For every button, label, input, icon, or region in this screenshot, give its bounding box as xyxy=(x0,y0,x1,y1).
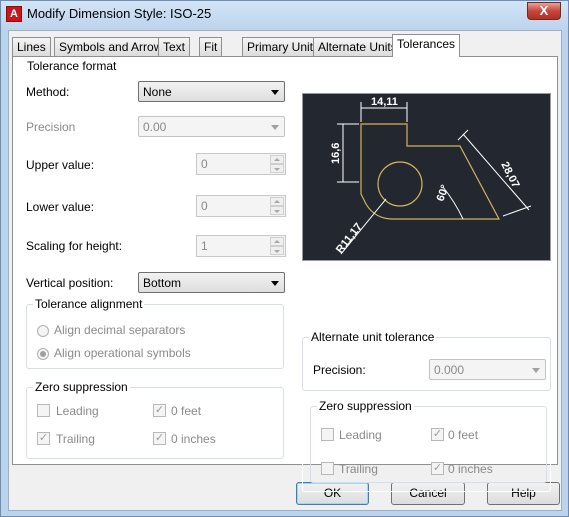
dim-left-label: 16,6 xyxy=(330,143,342,164)
chevron-down-icon xyxy=(532,368,540,373)
alt-zero-inches-label: 0 inches xyxy=(448,462,493,476)
tab-alternate-units[interactable]: Alternate Units xyxy=(313,37,402,56)
alt-zero-suppression-group: Zero suppression Leading Trailing ✓ 0 fe… xyxy=(310,399,547,483)
spin-down-icon[interactable] xyxy=(270,164,284,173)
upper-value-stepper[interactable]: 0 xyxy=(196,153,286,175)
tolerance-alignment-group: Tolerance alignment Align decimal separa… xyxy=(26,297,284,369)
zero-feet-label: 0 feet xyxy=(171,404,202,418)
precision-dropdown[interactable]: 0.00 xyxy=(138,116,285,137)
zero-inches-checkbox[interactable]: ✓ xyxy=(153,432,166,445)
alt-zero-suppression-title: Zero suppression xyxy=(317,399,414,413)
alt-precision-value: 0.000 xyxy=(434,363,465,377)
autocad-icon: A xyxy=(6,6,22,22)
lower-value-label: Lower value: xyxy=(26,200,95,214)
upper-value: 0 xyxy=(201,157,208,171)
dim-radius-label: R11,17 xyxy=(334,221,365,256)
lower-value: 0 xyxy=(201,199,208,213)
tab-fit[interactable]: Fit xyxy=(199,37,223,56)
method-label: Method: xyxy=(26,85,70,99)
zero-inches-label: 0 inches xyxy=(171,432,216,446)
precision-value: 0.00 xyxy=(143,120,167,134)
vertical-position-dropdown[interactable]: Bottom xyxy=(138,272,285,293)
part-hole xyxy=(377,161,423,207)
alternate-unit-tolerance-title: Alternate unit tolerance xyxy=(309,330,437,344)
align-operational-label: Align operational symbols xyxy=(54,346,191,360)
alt-leading-checkbox[interactable] xyxy=(321,428,334,441)
dialog-window: A Modify Dimension Style: ISO-25 X Lines… xyxy=(0,0,569,517)
alt-trailing-checkbox[interactable] xyxy=(321,462,334,475)
align-operational-radio[interactable] xyxy=(37,348,49,360)
alt-trailing-label: Trailing xyxy=(339,462,378,476)
align-decimal-radio[interactable] xyxy=(37,325,49,337)
method-dropdown[interactable]: None xyxy=(138,81,285,102)
zero-suppression-title: Zero suppression xyxy=(33,380,130,394)
window-title: Modify Dimension Style: ISO-25 xyxy=(27,6,212,21)
align-decimal-label: Align decimal separators xyxy=(54,323,186,337)
zero-suppression-group: Zero suppression Leading ✓ Trailing ✓ 0 … xyxy=(26,380,284,459)
dim-top-label: 14,11 xyxy=(371,96,398,108)
chevron-down-icon xyxy=(271,125,279,130)
upper-value-label: Upper value: xyxy=(26,158,95,172)
tab-primary-units[interactable]: Primary Units xyxy=(242,37,325,56)
close-button[interactable]: X xyxy=(527,2,561,20)
title-bar[interactable]: A Modify Dimension Style: ISO-25 X xyxy=(1,1,568,28)
spin-down-icon[interactable] xyxy=(270,206,284,215)
alt-leading-label: Leading xyxy=(339,428,382,442)
alt-zero-inches-checkbox[interactable]: ✓ xyxy=(431,462,444,475)
trailing-checkbox[interactable]: ✓ xyxy=(37,432,50,445)
scaling-value: 1 xyxy=(201,239,208,253)
spin-up-icon[interactable] xyxy=(270,197,284,206)
scaling-label: Scaling for height: xyxy=(26,239,123,253)
tolerance-format-title: Tolerance format xyxy=(25,59,119,73)
leading-label: Leading xyxy=(56,404,99,418)
tab-text[interactable]: Text xyxy=(158,37,191,56)
trailing-label: Trailing xyxy=(56,432,95,446)
tab-symbols-and-arrows[interactable]: Symbols and Arrows xyxy=(54,37,174,56)
dim-angle-label: 60° xyxy=(435,183,452,203)
alt-zero-feet-checkbox[interactable]: ✓ xyxy=(431,428,444,441)
tab-tolerances[interactable]: Tolerances xyxy=(392,34,461,57)
tolerance-alignment-title: Tolerance alignment xyxy=(33,297,145,311)
tolerances-panel: Tolerance format Method: None Precision … xyxy=(12,56,558,492)
vertical-position-label: Vertical position: xyxy=(26,276,114,290)
spin-down-icon[interactable] xyxy=(270,246,284,255)
dialog-body: Lines Symbols and Arrows Text Fit Primar… xyxy=(8,30,562,511)
preview-dimensions xyxy=(337,102,532,255)
precision-label: Precision xyxy=(26,120,76,134)
tab-lines[interactable]: Lines xyxy=(12,37,51,56)
alt-precision-label: Precision: xyxy=(313,363,366,377)
alternate-unit-tolerance-frame: Alternate unit tolerance Precision: 0.00… xyxy=(302,330,551,391)
zero-feet-checkbox[interactable]: ✓ xyxy=(153,404,166,417)
vertical-position-value: Bottom xyxy=(143,276,182,290)
dim-right-label: 28,07 xyxy=(498,160,521,190)
leading-checkbox[interactable] xyxy=(37,404,50,417)
dimension-preview: 14,11 16,6 28,07 60° R11,17 xyxy=(302,93,551,261)
spin-up-icon[interactable] xyxy=(270,237,284,246)
spin-up-icon[interactable] xyxy=(270,155,284,164)
scaling-stepper[interactable]: 1 xyxy=(196,235,286,257)
chevron-down-icon xyxy=(271,90,279,95)
chevron-down-icon xyxy=(271,281,279,286)
lower-value-stepper[interactable]: 0 xyxy=(196,195,286,217)
alt-precision-dropdown[interactable]: 0.000 xyxy=(429,359,546,380)
alt-zero-feet-label: 0 feet xyxy=(448,428,479,442)
method-value: None xyxy=(143,85,172,99)
preview-drawing: 14,11 16,6 28,07 60° R11,17 xyxy=(330,96,532,256)
